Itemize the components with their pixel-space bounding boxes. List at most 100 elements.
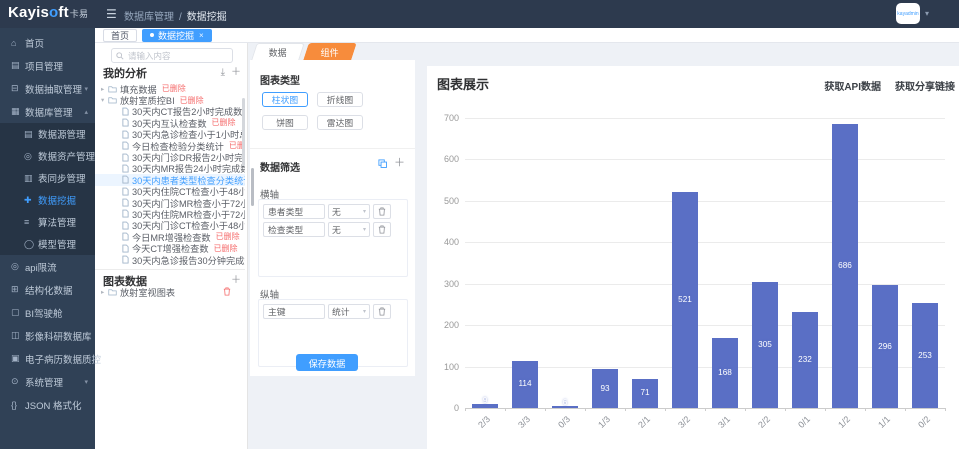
tab-首页[interactable]: 首页 bbox=[103, 29, 137, 42]
my-analysis-title: 我的分析 bbox=[103, 65, 147, 81]
add-filter-icon[interactable]: ＋ bbox=[394, 159, 405, 168]
table-sync-icon: ▥ bbox=[24, 173, 38, 184]
tab-label: 数据挖掘 bbox=[158, 29, 194, 42]
x-axis-box: 患者类型无▾检查类型无▾ bbox=[258, 199, 408, 277]
expand-arrow-icon[interactable]: ▸ bbox=[101, 85, 108, 93]
x-tick-mark bbox=[945, 408, 946, 411]
sidebar-item-label: 电子病历数据质控 bbox=[25, 352, 101, 366]
breadcrumb-item[interactable]: 数据库管理 bbox=[124, 12, 174, 23]
sidebar-item-数据源管理[interactable]: ▤数据源管理 bbox=[0, 123, 95, 145]
search-input[interactable] bbox=[128, 51, 218, 61]
expand-arrow-icon[interactable]: ▾ bbox=[101, 96, 108, 104]
chart-data-item[interactable]: ▸ 放射室视图表 bbox=[95, 285, 245, 298]
delete-row-button[interactable] bbox=[373, 204, 391, 219]
folder-icon bbox=[108, 85, 117, 93]
axis-field-input[interactable]: 患者类型 bbox=[263, 204, 325, 219]
sidebar-item-api限流[interactable]: ◎api限流 bbox=[0, 255, 95, 278]
bar-value-label: 232 bbox=[792, 355, 818, 364]
document-icon bbox=[122, 221, 129, 230]
sidebar-item-label: BI驾驶舱 bbox=[25, 306, 62, 320]
delete-row-button[interactable] bbox=[373, 222, 391, 237]
tree-item-label[interactable]: 30天内急诊报告30分钟完成数 bbox=[132, 253, 245, 267]
sidebar-item-label: 表同步管理 bbox=[38, 171, 86, 185]
x-tick-mark bbox=[625, 408, 626, 411]
sidebar-item-BI驾驶舱[interactable]: ▢BI驾驶舱 bbox=[0, 301, 95, 324]
folder-icon bbox=[108, 96, 117, 104]
x-tick-mark bbox=[505, 408, 506, 411]
sidebar-item-JSON 格式化[interactable]: {}JSON 格式化 bbox=[0, 393, 95, 416]
sidebar-item-算法管理[interactable]: ≡算法管理 bbox=[0, 211, 95, 233]
axis-row: 患者类型无▾ bbox=[263, 204, 403, 219]
sidebar-item-结构化数据[interactable]: ⊞结构化数据 bbox=[0, 278, 95, 301]
chart-type-雷达图[interactable]: 雷达图 bbox=[317, 115, 363, 130]
deleted-badge: 已删除 bbox=[216, 231, 240, 242]
download-icon[interactable]: ⤓ bbox=[221, 68, 225, 78]
chart-type-饼图[interactable]: 饼图 bbox=[262, 115, 308, 130]
config-tab-组件[interactable]: 组件 bbox=[303, 43, 357, 60]
document-icon bbox=[122, 255, 129, 264]
y-tick-label: 500 bbox=[429, 196, 459, 206]
sidebar-item-首页[interactable]: ⌂首页 bbox=[0, 31, 95, 54]
close-icon[interactable]: × bbox=[199, 31, 204, 40]
bar-value-label: 253 bbox=[912, 351, 938, 360]
folder-icon bbox=[108, 288, 117, 296]
x-tick-mark bbox=[745, 408, 746, 411]
axis-field-input[interactable]: 主键 bbox=[263, 304, 325, 319]
sidebar-item-表同步管理[interactable]: ▥表同步管理 bbox=[0, 167, 95, 189]
document-icon bbox=[122, 118, 129, 127]
sidebar-item-系统管理[interactable]: ⊙系统管理▾ bbox=[0, 370, 95, 393]
chart-data-item-label[interactable]: 放射室视图表 bbox=[120, 285, 175, 299]
expand-arrow-icon[interactable]: ▸ bbox=[101, 288, 108, 296]
sidebar-item-数据抽取管理[interactable]: ⊟数据抽取管理▾ bbox=[0, 77, 95, 100]
chevron-up-icon: ▴ bbox=[84, 108, 88, 116]
sidebar-submenu: ▤数据源管理◎数据资产管理▥表同步管理✚数据挖掘≡算法管理◯模型管理 bbox=[0, 123, 95, 255]
save-data-button[interactable]: 保存数据 bbox=[296, 354, 358, 371]
x-tick-label: 1/1 bbox=[860, 414, 893, 447]
delete-icon[interactable] bbox=[223, 287, 231, 296]
chart-type-折线图[interactable]: 折线图 bbox=[317, 92, 363, 107]
bar-value-label: 686 bbox=[832, 261, 858, 270]
sidebar-item-项目管理[interactable]: ▤项目管理 bbox=[0, 54, 95, 77]
delete-row-button[interactable] bbox=[373, 304, 391, 319]
sidebar: ⌂首页▤项目管理⊟数据抽取管理▾▦数据库管理▴▤数据源管理◎数据资产管理▥表同步… bbox=[0, 28, 95, 449]
link-获取API数据[interactable]: 获取API数据 bbox=[824, 78, 881, 93]
sidebar-item-label: 数据挖掘 bbox=[38, 193, 76, 207]
link-获取分享链接[interactable]: 获取分享链接 bbox=[895, 78, 955, 93]
user-avatar[interactable]: kayadmin bbox=[896, 3, 920, 24]
chart-type-柱状图[interactable]: 柱状图 bbox=[262, 92, 308, 107]
axis-agg-select[interactable]: 无▾ bbox=[328, 204, 370, 219]
add-analysis-icon[interactable]: ＋ bbox=[231, 68, 241, 78]
config-tab-数据[interactable]: 数据 bbox=[251, 43, 305, 60]
mid-scrollbar[interactable] bbox=[251, 168, 254, 206]
x-tick-mark bbox=[865, 408, 866, 411]
x-tick-label: 1/2 bbox=[820, 414, 853, 447]
tab-数据挖掘[interactable]: 数据挖掘 × bbox=[142, 29, 212, 42]
left-scrollbar[interactable] bbox=[242, 98, 245, 166]
analysis-tree: ▸填充数据已删除▾放射室质控BI已删除30天内CT报告2小时完成数30天内互认检… bbox=[95, 83, 245, 267]
sidebar-item-模型管理[interactable]: ◯模型管理 bbox=[0, 233, 95, 255]
x-tick-mark bbox=[545, 408, 546, 411]
search-box[interactable] bbox=[111, 48, 233, 63]
sidebar-item-数据库管理[interactable]: ▦数据库管理▴ bbox=[0, 100, 95, 123]
data-filter-label: 数据筛选 bbox=[260, 159, 300, 174]
sidebar-item-电子病历数据质控[interactable]: ▣电子病历数据质控 bbox=[0, 347, 95, 370]
data-mining-icon: ✚ bbox=[24, 195, 38, 206]
copy-icon[interactable] bbox=[378, 159, 387, 168]
sidebar-collapse-icon[interactable]: ☰ bbox=[106, 7, 117, 21]
axis-agg-select[interactable]: 无▾ bbox=[328, 222, 370, 237]
chevron-down-icon[interactable]: ▾ bbox=[925, 9, 929, 18]
x-tick-label: 3/2 bbox=[660, 414, 693, 447]
axis-field-input[interactable]: 检查类型 bbox=[263, 222, 325, 237]
x-tick-label: 2/1 bbox=[620, 414, 653, 447]
x-tick-label: 0/2 bbox=[900, 414, 933, 447]
axis-agg-select[interactable]: 统计▾ bbox=[328, 304, 370, 319]
sidebar-item-label: 数据源管理 bbox=[38, 127, 86, 141]
my-analysis-header: 我的分析 ⤓ ＋ bbox=[103, 65, 241, 81]
bar-value-label: 305 bbox=[752, 340, 778, 349]
sidebar-item-数据资产管理[interactable]: ◎数据资产管理 bbox=[0, 145, 95, 167]
chevron-down-icon: ▾ bbox=[363, 208, 366, 215]
sidebar-item-影像科研数据库[interactable]: ◫影像科研数据库 bbox=[0, 324, 95, 347]
bar-chart: 010020030040050060070092/31143/360/3931/… bbox=[465, 118, 945, 408]
sidebar-item-数据挖掘[interactable]: ✚数据挖掘 bbox=[0, 189, 95, 211]
tree-item[interactable]: 30天内急诊报告30分钟完成数 bbox=[95, 254, 245, 265]
